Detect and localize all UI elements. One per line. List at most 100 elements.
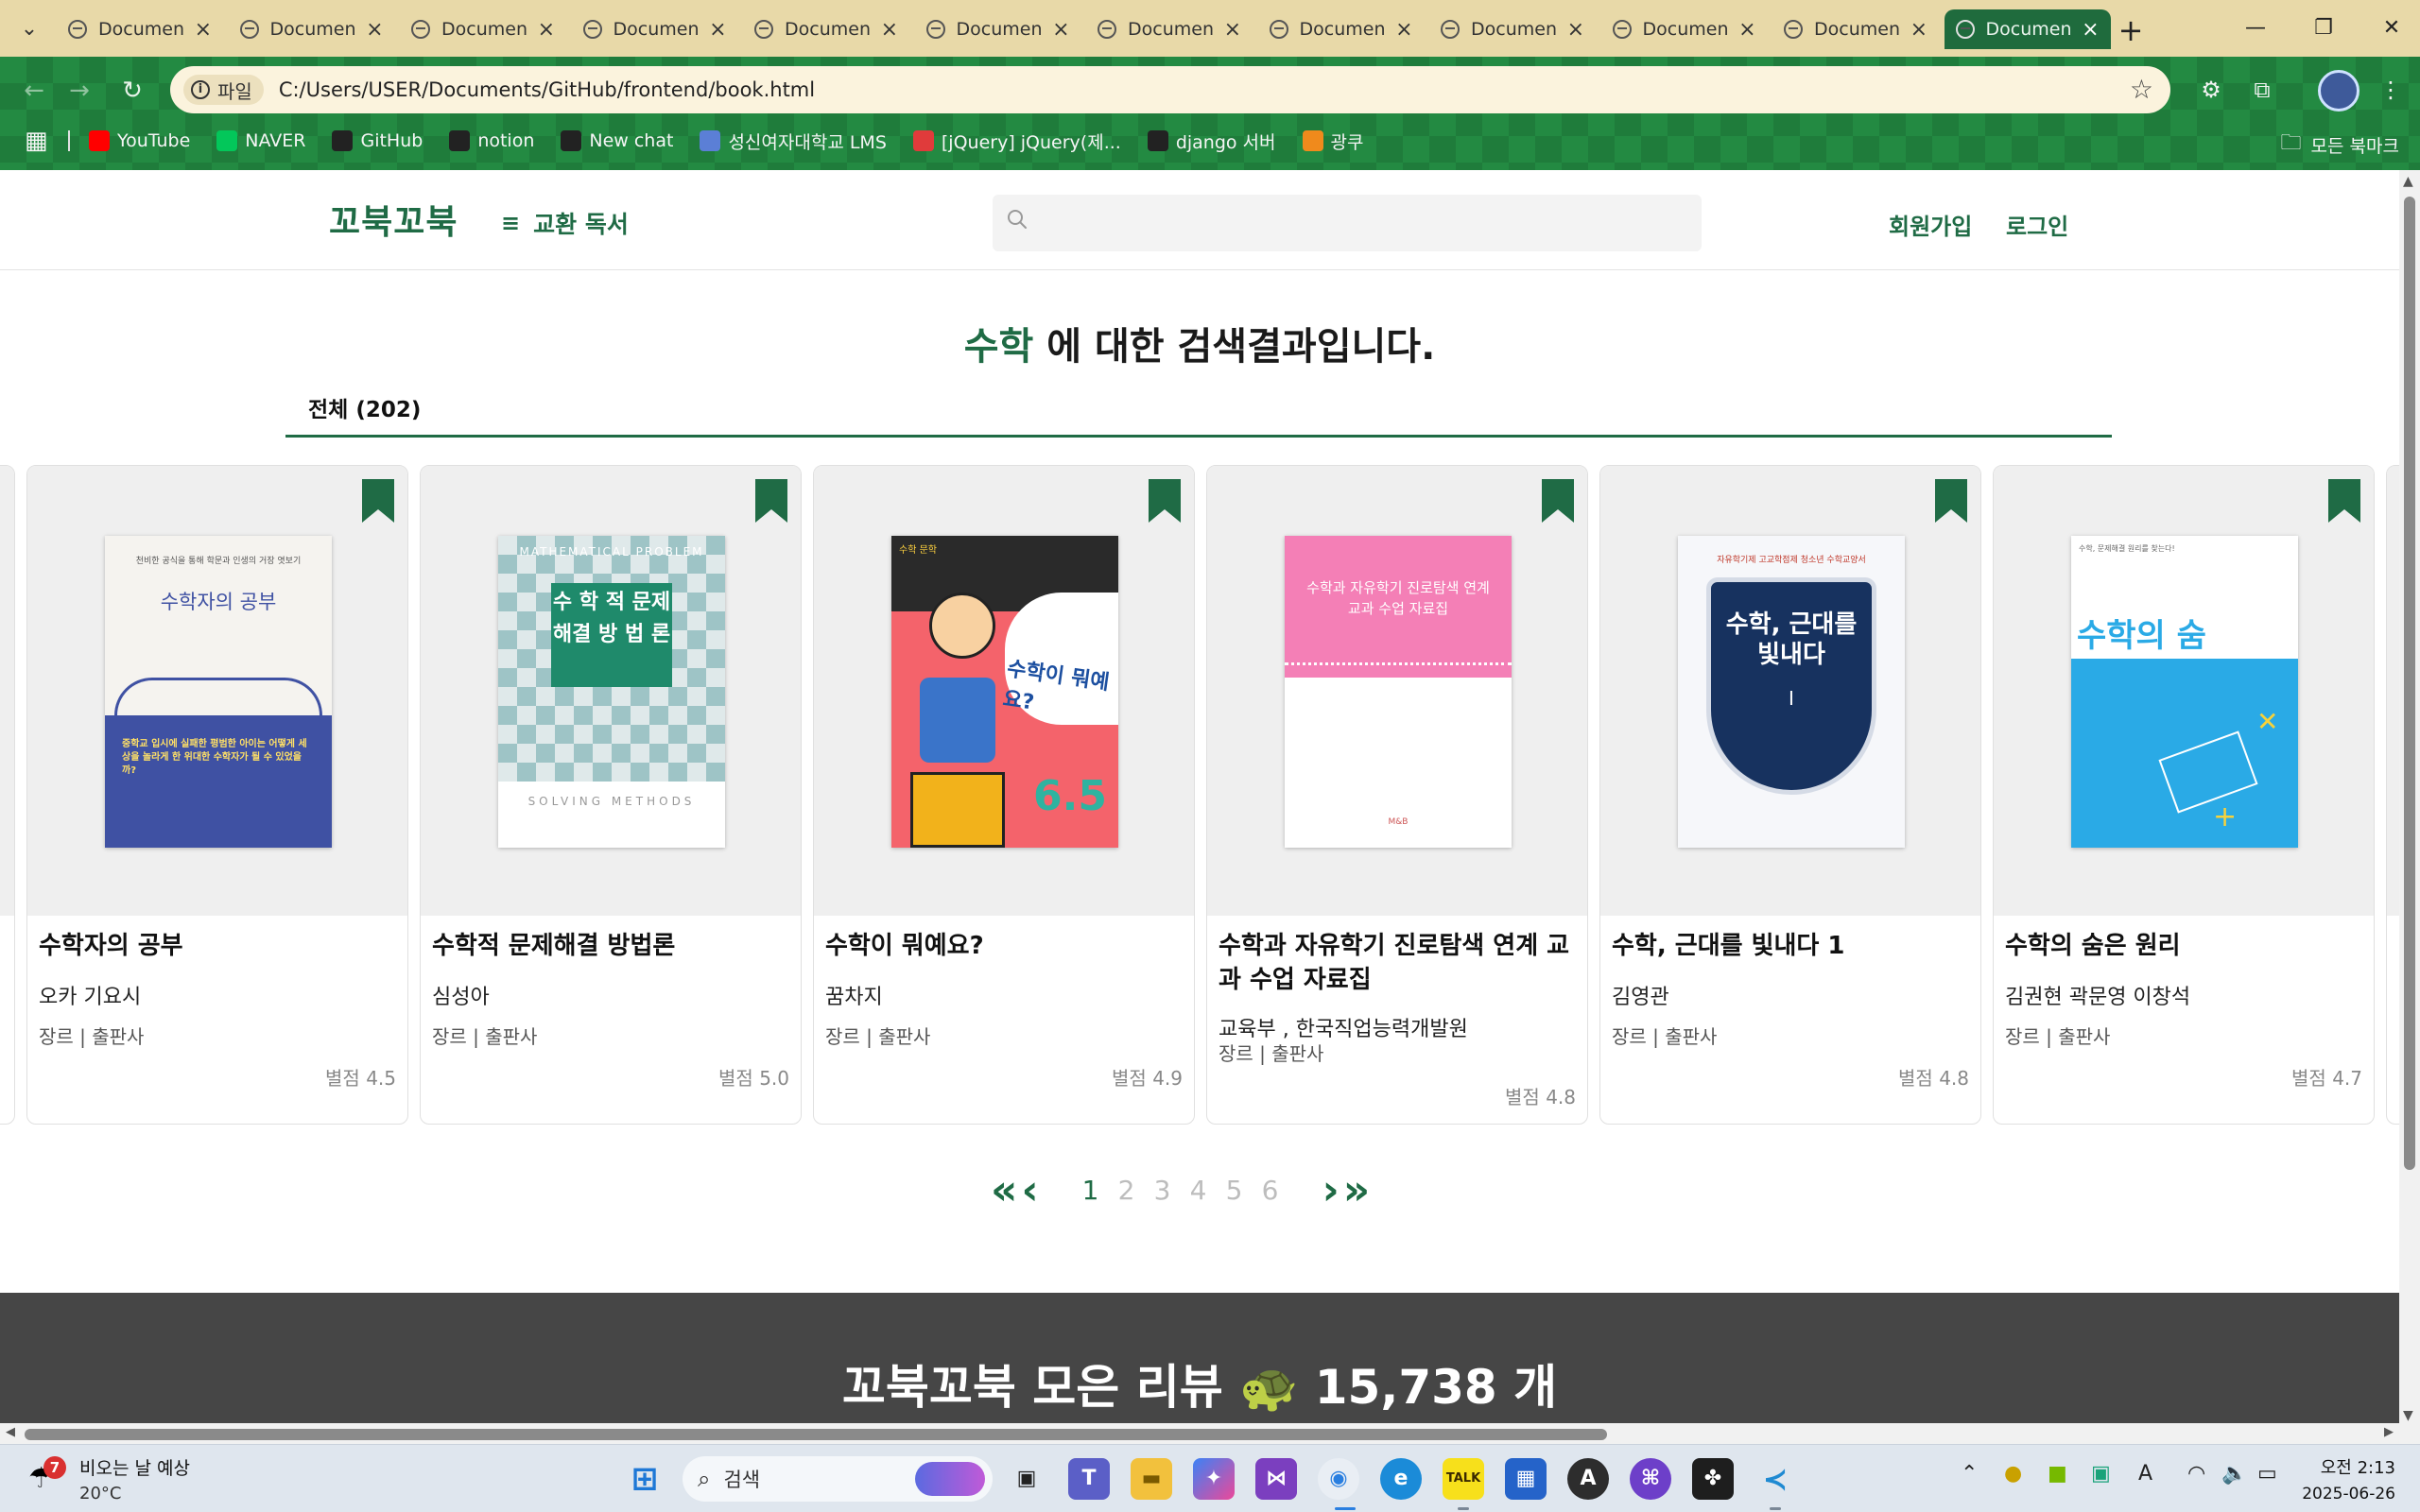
tray-overflow-chevron-icon[interactable]: ⌃ — [1961, 1462, 1978, 1486]
maximize-button[interactable]: ❐ — [2290, 8, 2358, 49]
page-number-3[interactable]: 3 — [1145, 1175, 1181, 1206]
reload-button[interactable]: ↻ — [112, 70, 153, 112]
site-logo[interactable]: 꼬북꼬북 — [329, 195, 458, 244]
vertical-scroll-thumb[interactable] — [2404, 197, 2415, 1170]
more-menu-icon[interactable]: ⋮ — [2371, 70, 2411, 110]
tab-close-icon[interactable]: × — [2082, 18, 2099, 42]
bookmark-icon[interactable] — [755, 479, 787, 523]
copilot-icon[interactable]: ✦ — [1193, 1458, 1235, 1500]
tab-close-icon[interactable]: × — [1395, 18, 1412, 42]
kakaotalk-icon[interactable]: TALK — [1443, 1458, 1484, 1500]
task-view-icon[interactable]: ▣ — [1006, 1458, 1047, 1500]
horizontal-scrollbar[interactable]: ◀ ▶ — [0, 1423, 2420, 1444]
bookmark-item[interactable]: notion — [449, 130, 534, 151]
browser-tab[interactable]: Documen × — [1258, 9, 1425, 49]
volume-mute-icon[interactable]: 🔈 — [2221, 1462, 2247, 1486]
nvidia-tray-icon[interactable]: ■ — [2048, 1462, 2067, 1486]
browser-tab[interactable]: Documen × — [400, 9, 566, 49]
scroll-right-arrow-icon[interactable]: ▶ — [2384, 1425, 2394, 1439]
bookmark-item[interactable]: 성신여자대학교 LMS — [700, 129, 887, 154]
browser-tab[interactable]: Documen × — [1601, 9, 1768, 49]
browser-tab[interactable]: Documen × — [229, 9, 395, 49]
browser-tab[interactable]: Documen × — [1086, 9, 1253, 49]
book-title[interactable]: 수학이 뭐예요? — [825, 929, 1184, 963]
site-search[interactable] — [993, 195, 1702, 251]
bookmark-icon[interactable] — [1149, 479, 1181, 523]
all-bookmarks-button[interactable]: 🗀 모든 북마크 — [2281, 127, 2399, 163]
profile-avatar[interactable] — [2318, 70, 2360, 112]
tray-app-icon[interactable]: ▣ — [2091, 1462, 2111, 1486]
back-button[interactable]: ← — [13, 70, 55, 112]
tab-close-icon[interactable]: × — [1052, 18, 1069, 42]
visual-studio-icon[interactable]: ⋈ — [1255, 1458, 1297, 1500]
browser-tab[interactable]: Documen × — [572, 9, 738, 49]
tab-close-icon[interactable]: × — [1738, 18, 1755, 42]
bookmark-star-icon[interactable]: ☆ — [2130, 74, 2153, 105]
chrome-icon[interactable]: ◉ — [1318, 1458, 1359, 1500]
bookmark-item[interactable]: django 서버 — [1147, 129, 1276, 154]
browser-tab[interactable]: Documen × — [1944, 9, 2111, 49]
bookmark-item[interactable]: New chat — [561, 130, 673, 151]
figma-icon[interactable]: ✤ — [1692, 1458, 1734, 1500]
page-number-5[interactable]: 5 — [1217, 1175, 1253, 1206]
page-number-6[interactable]: 6 — [1253, 1175, 1288, 1206]
exchange-reading-menu[interactable]: ≡ 교환 독서 — [501, 206, 629, 240]
minimize-button[interactable]: — — [2221, 8, 2290, 49]
taskbar-search[interactable]: ⌕ 검색 — [683, 1456, 993, 1502]
signup-link[interactable]: 회원가입 — [1889, 208, 1972, 241]
book-card[interactable]: 수학, 문제해결 원리를 찾는다! 수학의 숨은원리 ✕ + 수학의 숨은 원리 김권현 … — [1993, 465, 2375, 1125]
filter-tab-all[interactable]: 전체 (202) — [308, 391, 421, 423]
weather-widget[interactable]: ☂ 7 비오는 날 예상 20°C — [28, 1454, 190, 1503]
book-cover-image[interactable]: 천비한 공식을 통해 학문과 인생의 거장 엿보기 수학자의 공부 중학교 입시에 … — [105, 536, 332, 848]
file-explorer-icon[interactable]: ▬ — [1131, 1458, 1172, 1500]
wifi-icon[interactable]: ◠ — [2187, 1462, 2205, 1486]
tab-close-icon[interactable]: × — [1567, 18, 1584, 42]
book-cover-image[interactable]: 자유학기제 고교학점제 청소년 수학교양서 수학, 근대를 빛내다 I — [1678, 536, 1905, 848]
page-number-4[interactable]: 4 — [1181, 1175, 1217, 1206]
battery-icon[interactable]: ▭ — [2257, 1462, 2277, 1486]
tab-close-icon[interactable]: × — [195, 18, 212, 42]
tab-search-chevron-icon[interactable]: ⌄ — [13, 13, 45, 45]
browser-tab[interactable]: Documen × — [57, 9, 223, 49]
book-card-partial[interactable] — [2386, 465, 2399, 1125]
forward-button[interactable]: → — [59, 70, 100, 112]
page-number-1[interactable]: 1 — [1073, 1175, 1109, 1206]
tab-close-icon[interactable]: × — [709, 18, 726, 42]
browser-tab[interactable]: Documen × — [743, 9, 909, 49]
scroll-left-arrow-icon[interactable]: ◀ — [6, 1425, 15, 1439]
new-tab-button[interactable]: + — [2112, 11, 2150, 49]
extension-robot-icon[interactable]: ⚙ — [2191, 70, 2231, 110]
extensions-puzzle-icon[interactable]: ⧉ — [2242, 70, 2282, 110]
page-number-2[interactable]: 2 — [1109, 1175, 1145, 1206]
book-card[interactable]: 수학 문학 수학이 뭐예요? 6.5 수학이 뭐예요? 꿈차지 장르 | 출판사 별점 4.… — [813, 465, 1195, 1125]
scroll-up-arrow-icon[interactable]: ▲ — [2403, 174, 2413, 189]
first-page-button[interactable]: « — [991, 1166, 1017, 1214]
bookmark-item[interactable]: YouTube — [89, 130, 190, 151]
address-bar[interactable]: i 파일 C:/Users/USER/Documents/GitHub/fron… — [170, 66, 2170, 113]
next-page-button[interactable]: › — [1322, 1166, 1340, 1214]
apps-grid-icon[interactable]: ▦ — [25, 127, 48, 155]
book-card[interactable]: MATHEMATICAL PROBLEM 수 학 적 문제해결 방 법 론 SOLV… — [420, 465, 802, 1125]
search-input[interactable] — [1042, 202, 1685, 244]
scroll-down-arrow-icon[interactable]: ▼ — [2403, 1408, 2413, 1423]
book-title[interactable]: 수학적 문제해결 방법론 — [432, 929, 791, 963]
edge-icon[interactable]: e — [1380, 1458, 1422, 1500]
ime-indicator[interactable]: A — [2138, 1462, 2152, 1486]
url-text[interactable]: C:/Users/USER/Documents/GitHub/frontend/… — [279, 78, 815, 101]
browser-tab[interactable]: Documen × — [1772, 9, 1939, 49]
browser-tab[interactable]: Documen × — [915, 9, 1081, 49]
tab-close-icon[interactable]: × — [366, 18, 383, 42]
start-windows-icon[interactable]: ⊞ — [624, 1458, 666, 1500]
horizontal-scroll-thumb[interactable] — [25, 1429, 1607, 1440]
github-desktop-icon[interactable]: ⌘ — [1630, 1458, 1671, 1500]
teams-icon[interactable]: T — [1068, 1458, 1110, 1500]
bookmark-item[interactable]: NAVER — [216, 130, 305, 151]
tab-close-icon[interactable]: × — [881, 18, 898, 42]
book-card[interactable]: 자유학기제 고교학점제 청소년 수학교양서 수학, 근대를 빛내다 I 수학, 근대를… — [1599, 465, 1981, 1125]
book-card[interactable]: 천비한 공식을 통해 학문과 인생의 거장 엿보기 수학자의 공부 중학교 입시에 … — [26, 465, 408, 1125]
close-window-button[interactable]: ✕ — [2358, 8, 2420, 49]
bookmark-icon[interactable] — [1542, 479, 1574, 523]
login-link[interactable]: 로그인 — [2006, 208, 2068, 241]
tab-close-icon[interactable]: × — [1910, 18, 1927, 42]
kakaotalk-tray-icon[interactable]: ● — [2004, 1462, 2022, 1486]
